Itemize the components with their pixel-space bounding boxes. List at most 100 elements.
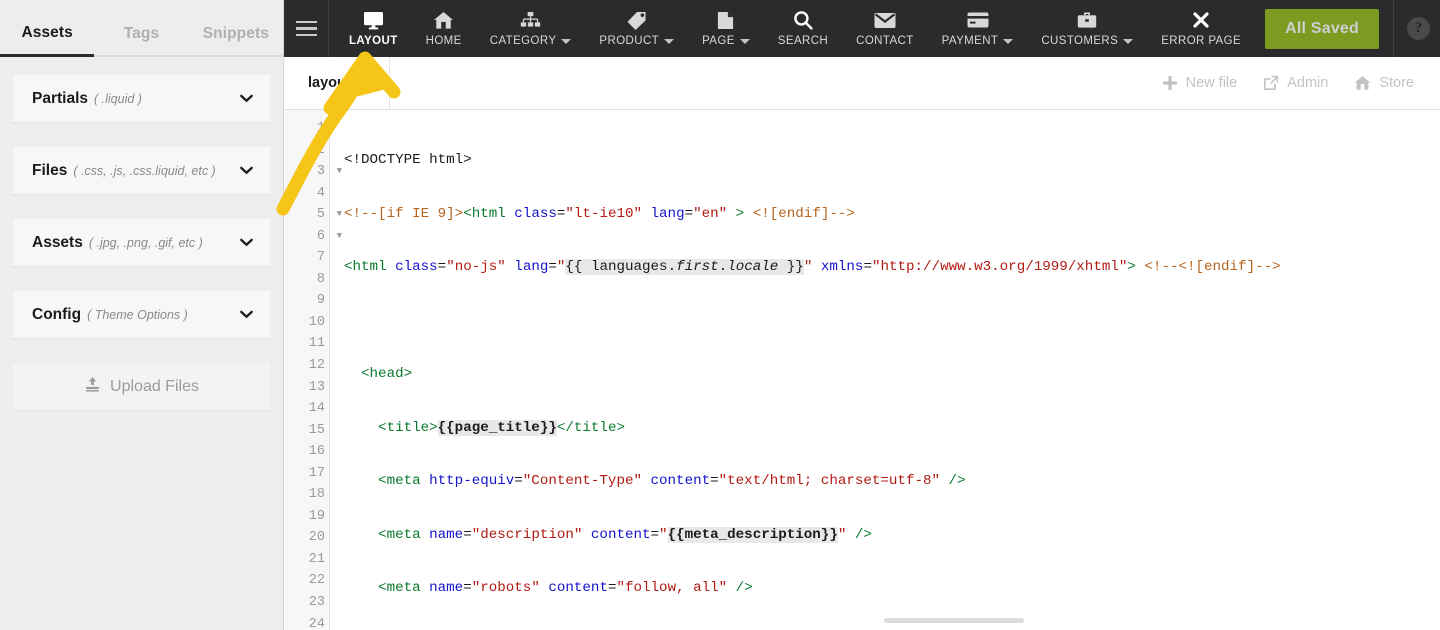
- line-number: 18: [308, 487, 325, 503]
- accordion-files-title: Files: [32, 161, 68, 179]
- file-tab-label: layout: [308, 75, 351, 91]
- accordion-partials[interactable]: Partials ( .liquid ): [13, 75, 270, 123]
- code-content[interactable]: <!DOCTYPE html> <!--[if IE 9]><html clas…: [330, 110, 1440, 630]
- code-line: <head>: [344, 366, 413, 383]
- search-icon: [793, 10, 813, 30]
- close-icon[interactable]: ×: [365, 75, 373, 91]
- horizontal-scrollbar[interactable]: [884, 618, 1024, 623]
- sidebar-tabs: Assets Tags Snippets: [0, 0, 283, 57]
- line-number: 15: [308, 422, 325, 438]
- accordion-partials-title: Partials: [32, 89, 89, 107]
- nav-item-customers[interactable]: CUSTOMERS: [1027, 0, 1147, 57]
- line-number: 19: [308, 508, 325, 524]
- line-number: 21: [308, 551, 325, 567]
- home-icon: [1354, 75, 1371, 91]
- sidebar-tab-snippets[interactable]: Snippets: [188, 25, 283, 57]
- help-button-wrapper: ?: [1393, 0, 1440, 57]
- accordion-assets-subtitle: ( .jpg, .png, .gif, etc ): [88, 235, 203, 250]
- nav-item-category-label: CATEGORY: [489, 35, 557, 47]
- nav-item-search-label: SEARCH: [777, 35, 829, 47]
- nav-item-contact-label: CONTACT: [856, 35, 914, 47]
- code-line: <title>{{page_title}}</title>: [344, 419, 625, 436]
- line-number: 8: [316, 271, 325, 287]
- line-number: 6 ▼: [284, 226, 342, 248]
- nav-item-search[interactable]: SEARCH: [764, 0, 842, 57]
- line-number: 17: [308, 465, 325, 481]
- code-line: <html class="no-js" lang="{{ languages.f…: [344, 259, 1281, 276]
- chevron-down-icon: [664, 38, 675, 44]
- file-tab-actions: New file Admin Store: [1162, 57, 1440, 109]
- accordion-config[interactable]: Config ( Theme Options ): [13, 291, 270, 339]
- credit-card-icon: [967, 10, 989, 30]
- hamburger-icon[interactable]: [284, 0, 329, 57]
- nav-item-page[interactable]: PAGE: [688, 0, 764, 57]
- fold-toggle-icon[interactable]: ▼: [337, 161, 342, 183]
- line-number: 14: [308, 401, 325, 417]
- accordion-files[interactable]: Files ( .css, .js, .css.liquid, etc ): [13, 147, 270, 195]
- top-nav-items: LAYOUT HOME CATEGORY PRODUCT PAGE SEARCH…: [329, 0, 1255, 57]
- line-number: 4: [316, 185, 325, 201]
- line-number: 22: [308, 573, 325, 589]
- file-tab-layout[interactable]: layout ×: [284, 57, 390, 109]
- plus-icon: [1162, 75, 1178, 91]
- line-number: 10: [308, 314, 325, 330]
- accordion-assets-title: Assets: [32, 233, 83, 251]
- external-link-icon: [1263, 75, 1279, 91]
- line-number: 20: [308, 530, 325, 546]
- line-number: 2: [316, 142, 325, 158]
- accordion-partials-subtitle: ( .liquid ): [94, 91, 142, 106]
- line-number: 16: [308, 444, 325, 460]
- line-number: 7: [316, 250, 325, 266]
- sidebar-sections: Partials ( .liquid ) Files ( .css, .js, …: [0, 57, 283, 411]
- accordion-config-title: Config: [32, 305, 82, 323]
- nav-item-contact[interactable]: CONTACT: [842, 0, 928, 57]
- nav-item-payment[interactable]: PAYMENT: [928, 0, 1028, 57]
- line-number: 1: [316, 121, 325, 136]
- nav-item-home-label: HOME: [425, 35, 462, 47]
- chevron-down-icon: [239, 307, 254, 322]
- nav-item-product-label: PRODUCT: [599, 35, 660, 47]
- accordion-files-subtitle: ( .css, .js, .css.liquid, etc ): [73, 163, 216, 178]
- line-number: 13: [308, 379, 325, 395]
- nav-item-product[interactable]: PRODUCT: [585, 0, 688, 57]
- code-line: <meta name="robots" content="follow, all…: [344, 580, 753, 597]
- new-file-label: New file: [1185, 75, 1238, 91]
- sidebar-tab-tags[interactable]: Tags: [94, 25, 189, 57]
- accordion-assets[interactable]: Assets ( .jpg, .png, .gif, etc ): [13, 219, 270, 267]
- store-label: Store: [1379, 75, 1414, 91]
- line-number: 23: [308, 595, 325, 611]
- admin-button[interactable]: Admin: [1263, 75, 1328, 91]
- chevron-down-icon: [1003, 38, 1014, 44]
- sidebar-tab-assets[interactable]: Assets: [0, 24, 95, 57]
- store-button[interactable]: Store: [1354, 75, 1414, 91]
- new-file-button[interactable]: New file: [1162, 75, 1238, 91]
- nav-item-home[interactable]: HOME: [412, 0, 476, 57]
- question-mark-icon[interactable]: ?: [1407, 17, 1430, 40]
- fold-toggle-icon[interactable]: ▼: [337, 204, 342, 226]
- nav-item-category[interactable]: CATEGORY: [476, 0, 586, 57]
- nav-item-error-page[interactable]: ERROR PAGE: [1147, 0, 1255, 57]
- line-number: 12: [308, 358, 325, 374]
- main-area: LAYOUT HOME CATEGORY PRODUCT PAGE SEARCH…: [284, 0, 1440, 630]
- sitemap-icon: [520, 10, 541, 30]
- upload-files-label: Upload Files: [110, 377, 199, 395]
- upload-files-button[interactable]: Upload Files: [13, 363, 270, 411]
- accordion-config-subtitle: ( Theme Options ): [87, 307, 188, 322]
- line-number: 3 ▼: [284, 161, 342, 183]
- code-line: <!--[if IE 9]><html class="lt-ie10" lang…: [344, 205, 855, 222]
- tag-icon: [626, 10, 647, 30]
- line-number: 24: [308, 616, 325, 630]
- line-number-gutter: 1 2 3 ▼ 4 5 ▼ 6 ▼ 7 8 9 10 11 12 13 14 15 1…: [284, 110, 342, 630]
- code-editor[interactable]: 1 2 3 ▼ 4 5 ▼ 6 ▼ 7 8 9 10 11 12 13 14 15 1…: [284, 110, 1440, 630]
- line-number: 9: [316, 293, 325, 309]
- file-tab-bar: layout × New file Admin Store: [284, 57, 1440, 110]
- fold-toggle-icon[interactable]: ▼: [337, 226, 342, 248]
- sidebar: Assets Tags Snippets Partials ( .liquid …: [0, 0, 284, 630]
- chevron-down-icon: [1123, 38, 1134, 44]
- upload-icon: [84, 376, 101, 398]
- all-saved-button[interactable]: All Saved: [1265, 8, 1379, 49]
- nav-item-layout[interactable]: LAYOUT: [335, 0, 412, 57]
- line-number: 5 ▼: [284, 204, 342, 226]
- line-number: 11: [308, 336, 325, 352]
